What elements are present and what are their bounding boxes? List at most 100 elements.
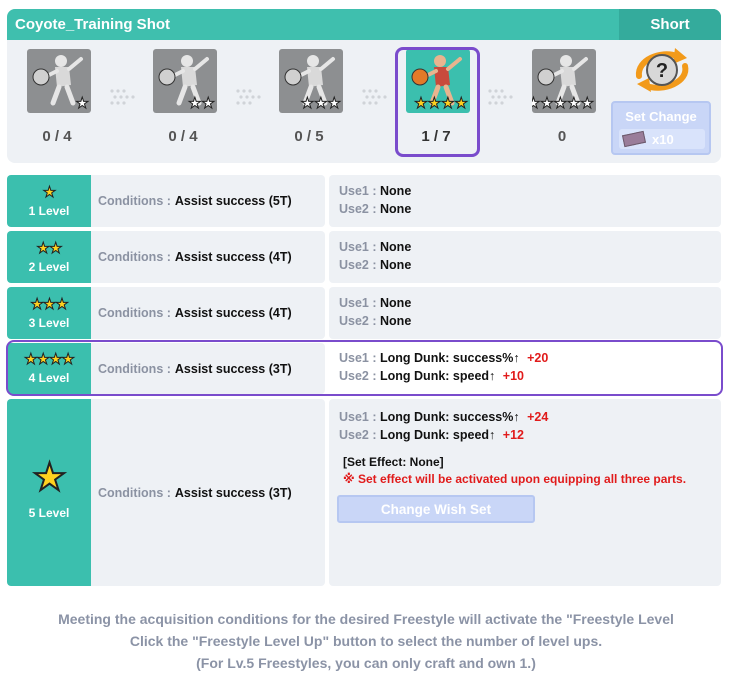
star-icon: ★	[567, 95, 581, 112]
star-icon: ★	[532, 95, 541, 112]
part-count: 0 / 4	[42, 128, 72, 145]
level-stars: ★★	[36, 240, 63, 258]
part-stars: ★	[75, 95, 89, 112]
use1-value: Long Dunk: success%↑	[380, 410, 520, 424]
set-change-button[interactable]: Set Change x10	[611, 101, 711, 155]
footer-line-1: Meeting the acquisition conditions for t…	[58, 611, 674, 627]
level-stars: ★★★★	[24, 351, 76, 369]
conditions-cell: Conditions : Assist success (3T)	[91, 343, 325, 394]
conditions-cell: Conditions : Assist success (3T)	[91, 399, 325, 586]
use1-bonus: +24	[527, 410, 549, 424]
use-effects-cell: Use1 : None Use2 : None	[329, 287, 721, 339]
level-label: 2 Level	[28, 260, 70, 274]
use1-value: None	[380, 240, 412, 254]
use2-key: Use2 :	[339, 202, 377, 216]
part-stars: ★ ★ ★	[300, 95, 341, 112]
freestyle-part-slot[interactable]: ★	[27, 49, 91, 113]
set-effect-title: [Set Effect: None]	[343, 455, 444, 469]
part-count: 0 / 4	[168, 128, 198, 145]
use1-key: Use1 :	[339, 184, 377, 198]
use1-line: Use1 : Long Dunk: success%↑ +20	[339, 351, 548, 365]
level-cell: ★★★ 3 Level	[7, 287, 91, 339]
level-cell: ★ 5 Level	[7, 399, 91, 586]
use2-value: None	[380, 202, 412, 216]
use2-line: Use2 : None	[339, 258, 411, 272]
conditions-cell: Conditions : Assist success (5T)	[91, 175, 325, 227]
use1-bonus: +20	[527, 351, 549, 365]
level-cell: ★★★★ 4 Level	[7, 343, 91, 394]
conditions-value: Assist success (3T)	[174, 485, 292, 500]
dots-separator	[236, 89, 261, 105]
level-label: 4 Level	[28, 371, 70, 385]
use1-key: Use1 :	[339, 410, 377, 424]
use2-bonus: +12	[502, 428, 524, 442]
freestyle-part-slot[interactable]: ★ ★	[153, 49, 217, 113]
dots-separator	[110, 89, 135, 105]
use-effects-cell: Use1 : Long Dunk: success%↑ +24 Use2 : L…	[329, 399, 721, 586]
conditions-key: Conditions :	[98, 250, 171, 264]
freestyle-part-slot[interactable]: ★ ★ ★	[279, 49, 343, 113]
use1-key: Use1 :	[339, 240, 377, 254]
panel-title: Coyote_Training Shot	[15, 16, 171, 33]
use1-value: Long Dunk: success%↑	[380, 351, 520, 365]
conditions-key: Conditions :	[98, 306, 171, 320]
use1-line: Use1 : None	[339, 184, 411, 198]
part-count: 0 / 5	[294, 128, 324, 145]
level-row-selected[interactable]: ★★★★ 4 Level Conditions : Assist success…	[7, 343, 721, 394]
set-effect-note: ※ Set effect will be activated upon equi…	[343, 472, 687, 486]
star-icon: ★	[327, 95, 341, 112]
use2-key: Use2 :	[339, 258, 377, 272]
use-effects-cell: Use1 : None Use2 : None	[329, 231, 721, 283]
use1-value: None	[380, 296, 412, 310]
use2-value: None	[380, 258, 412, 272]
use2-key: Use2 :	[339, 314, 377, 328]
selected-part-frame	[395, 47, 480, 157]
level-stars: ★★★	[30, 296, 69, 314]
conditions-key: Conditions :	[98, 485, 171, 500]
use2-line: Use2 : Long Dunk: speed↑ +10	[339, 369, 524, 383]
level-row: ★★★ 3 Level Conditions : Assist success …	[7, 287, 721, 339]
level-stars: ★	[31, 456, 67, 500]
svg-text:?: ?	[656, 60, 668, 82]
conditions-key: Conditions :	[98, 361, 171, 376]
use2-value: Long Dunk: speed↑	[380, 428, 496, 442]
set-change-cost-text: x10	[652, 132, 674, 147]
part-count: 0	[557, 128, 567, 145]
panel-header: Coyote_Training Shot Short	[7, 9, 721, 40]
use2-bonus: +10	[502, 369, 524, 383]
star-icon: ★	[540, 95, 554, 112]
use2-line: Use2 : Long Dunk: speed↑ +12	[339, 428, 524, 442]
level-cell: ★ 1 Level	[7, 175, 91, 227]
star-icon: ★	[580, 95, 594, 112]
use1-key: Use1 :	[339, 296, 377, 310]
use1-key: Use1 :	[339, 351, 377, 365]
footer-line-2: Click the "Freestyle Level Up" button to…	[129, 633, 603, 649]
star-icon: ★	[201, 95, 215, 112]
conditions-cell: Conditions : Assist success (4T)	[91, 287, 325, 339]
conditions-value: Assist success (4T)	[174, 250, 292, 264]
use2-line: Use2 : None	[339, 314, 411, 328]
star-icon: ★	[314, 95, 328, 112]
level-label: 3 Level	[28, 316, 70, 330]
level-row: ★ 5 Level Conditions : Assist success (3…	[7, 399, 721, 586]
change-wish-set-button[interactable]: Change Wish Set	[337, 495, 535, 523]
part-stars: ★ ★ ★ ★ ★	[532, 95, 595, 112]
use2-key: Use2 :	[339, 369, 377, 383]
level-row: ★ 1 Level Conditions : Assist success (5…	[7, 175, 721, 227]
freestyle-part-slot[interactable]: ★ ★ ★ ★ ★	[532, 49, 596, 113]
level-row: ★★ 2 Level Conditions : Assist success (…	[7, 231, 721, 283]
part-stars: ★ ★	[188, 95, 216, 112]
use1-value: None	[380, 184, 412, 198]
use1-line: Use1 : None	[339, 240, 411, 254]
use2-line: Use2 : None	[339, 202, 411, 216]
level-label: 1 Level	[28, 204, 70, 218]
star-icon: ★	[75, 95, 89, 112]
conditions-value: Assist success (3T)	[174, 361, 292, 376]
star-icon: ★	[188, 95, 202, 112]
star-icon: ★	[553, 95, 568, 112]
footer-line-3: (For Lv.5 Freestyles, you can only craft…	[196, 655, 536, 671]
random-set-icon[interactable]: ?	[631, 46, 693, 94]
conditions-value: Assist success (5T)	[174, 194, 292, 208]
dots-separator	[362, 89, 387, 105]
use-effects-cell: Use1 : None Use2 : None	[329, 175, 721, 227]
